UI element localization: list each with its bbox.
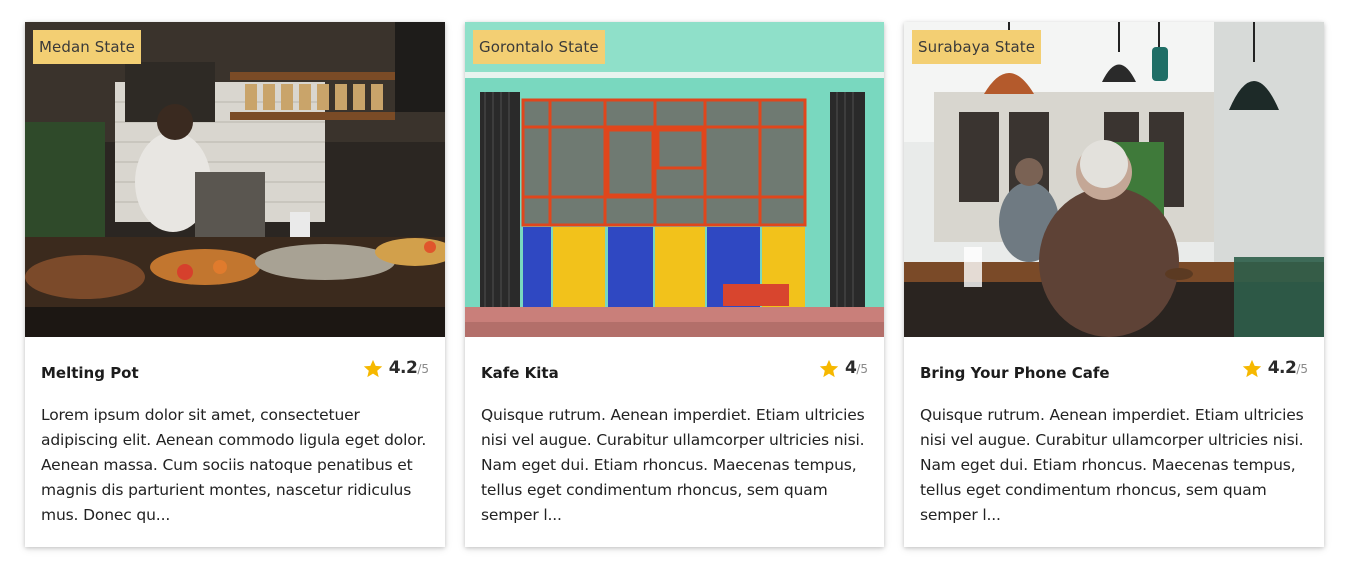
restaurant-card[interactable]: Medan State Melting Pot 4.2 /5 Lorem ips… bbox=[25, 22, 445, 547]
restaurant-name: Melting Pot bbox=[41, 364, 139, 382]
location-badge: Medan State bbox=[33, 30, 141, 64]
star-icon bbox=[363, 359, 382, 378]
card-header: Kafe Kita 4 /5 bbox=[465, 337, 884, 409]
location-badge: Surabaya State bbox=[912, 30, 1042, 64]
restaurant-card-grid: Medan State Melting Pot 4.2 /5 Lorem ips… bbox=[0, 0, 1347, 563]
star-icon bbox=[1242, 359, 1261, 378]
star-icon bbox=[819, 359, 839, 378]
cafe-counter-photo bbox=[25, 22, 445, 337]
restaurant-description: Quisque rutrum. Aenean imperdiet. Etiam … bbox=[920, 406, 1304, 524]
rating-score: 4.2 bbox=[388, 358, 418, 378]
rating: 4 /5 bbox=[818, 358, 868, 380]
card-header: Bring Your Phone Cafe 4.2 /5 bbox=[904, 337, 1324, 409]
rating-max: /5 bbox=[1296, 362, 1308, 376]
rating: 4.2 /5 bbox=[1241, 358, 1308, 380]
storefront-photo bbox=[465, 22, 884, 337]
restaurant-card[interactable]: Gorontalo State Kafe Kita 4 /5 Quisque r… bbox=[465, 22, 884, 547]
location-badge: Gorontalo State bbox=[473, 30, 605, 64]
rating-max: /5 bbox=[856, 362, 868, 376]
rating: 4.2 /5 bbox=[362, 358, 429, 380]
cafe-interior-photo bbox=[904, 22, 1324, 337]
restaurant-description: Lorem ipsum dolor sit amet, consectetuer… bbox=[41, 406, 427, 524]
restaurant-description: Quisque rutrum. Aenean imperdiet. Etiam … bbox=[481, 406, 865, 524]
restaurant-name: Bring Your Phone Cafe bbox=[920, 364, 1110, 382]
rating-score: 4 bbox=[844, 358, 857, 378]
restaurant-photo: Surabaya State bbox=[904, 22, 1324, 337]
restaurant-photo: Gorontalo State bbox=[465, 22, 884, 337]
restaurant-name: Kafe Kita bbox=[481, 364, 559, 382]
rating-score: 4.2 bbox=[1267, 358, 1297, 378]
restaurant-card[interactable]: Surabaya State Bring Your Phone Cafe 4.2… bbox=[904, 22, 1324, 547]
rating-max: /5 bbox=[417, 362, 429, 376]
restaurant-photo: Medan State bbox=[25, 22, 445, 337]
card-header: Melting Pot 4.2 /5 bbox=[25, 337, 445, 409]
